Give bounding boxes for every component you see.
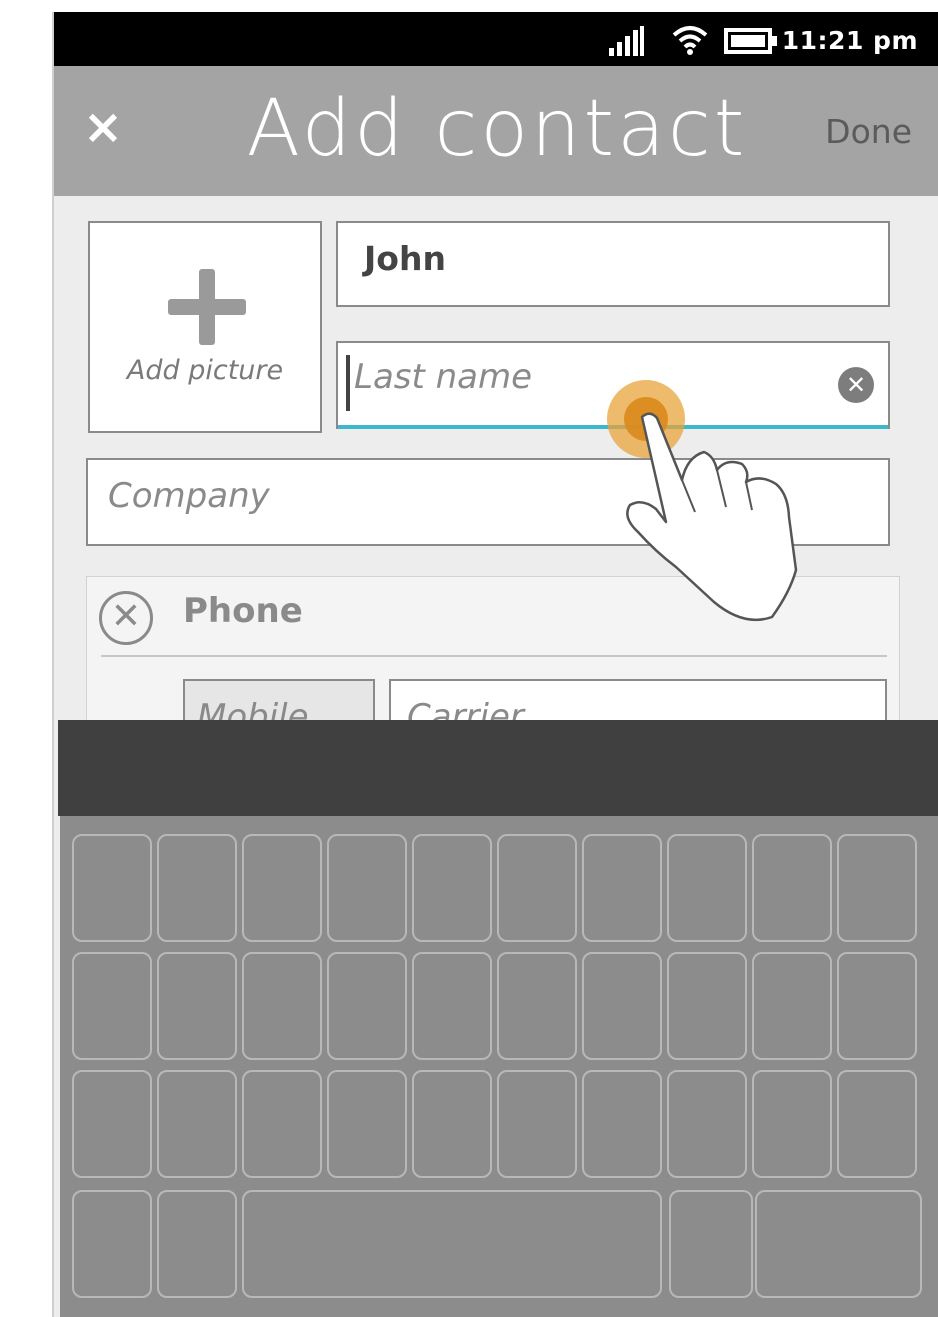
keyboard-key[interactable] xyxy=(157,1190,237,1298)
keyboard-key[interactable] xyxy=(412,1070,492,1178)
keyboard-key[interactable] xyxy=(72,952,152,1060)
spacebar-key[interactable] xyxy=(242,1190,662,1298)
keyboard-key[interactable] xyxy=(837,952,917,1060)
keyboard-key[interactable] xyxy=(157,952,237,1060)
keyboard-key[interactable] xyxy=(72,1190,152,1298)
keyboard-key[interactable] xyxy=(157,834,237,942)
keyboard-key[interactable] xyxy=(667,834,747,942)
keyboard-key[interactable] xyxy=(412,952,492,1060)
keyboard-key[interactable] xyxy=(837,1070,917,1178)
keyboard-key[interactable] xyxy=(242,834,322,942)
keyboard-key[interactable] xyxy=(752,1070,832,1178)
keyboard-key[interactable] xyxy=(327,952,407,1060)
keyboard-key[interactable] xyxy=(72,1070,152,1178)
keyboard-key[interactable] xyxy=(752,834,832,942)
enter-key[interactable] xyxy=(755,1190,922,1298)
keyboard-key[interactable] xyxy=(582,1070,662,1178)
keyboard-key[interactable] xyxy=(667,1070,747,1178)
keyboard xyxy=(60,816,938,1317)
keyboard-key[interactable] xyxy=(72,834,152,942)
phone-screen: 11:21 pm × Add contact Done Add picture … xyxy=(52,12,938,1317)
keyboard-key[interactable] xyxy=(327,834,407,942)
hand-pointer-icon xyxy=(626,412,798,622)
keyboard-key[interactable] xyxy=(157,1070,237,1178)
keyboard-key[interactable] xyxy=(752,952,832,1060)
keyboard-key[interactable] xyxy=(582,952,662,1060)
keyboard-key[interactable] xyxy=(412,834,492,942)
keyboard-key[interactable] xyxy=(667,952,747,1060)
keyboard-suggestion-bar xyxy=(58,720,938,816)
keyboard-key[interactable] xyxy=(669,1190,753,1298)
keyboard-key[interactable] xyxy=(837,834,917,942)
keyboard-key[interactable] xyxy=(327,1070,407,1178)
keyboard-key[interactable] xyxy=(497,834,577,942)
keyboard-key[interactable] xyxy=(582,834,662,942)
keyboard-key[interactable] xyxy=(497,952,577,1060)
keyboard-key[interactable] xyxy=(242,1070,322,1178)
keyboard-key[interactable] xyxy=(242,952,322,1060)
keyboard-key[interactable] xyxy=(497,1070,577,1178)
